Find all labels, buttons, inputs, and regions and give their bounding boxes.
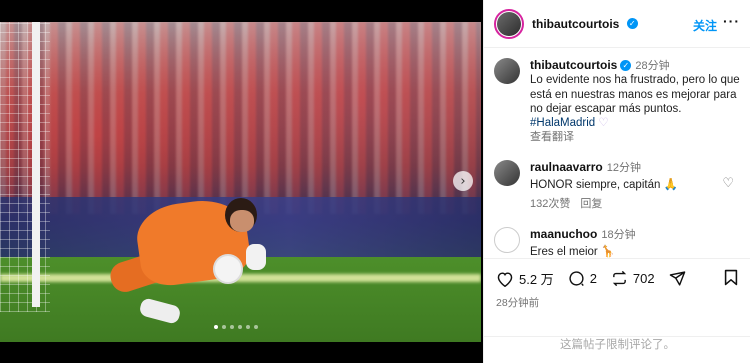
comment-text: HONOR siempre, capitán 🙏 — [530, 179, 678, 192]
comment-reply-button[interactable]: 回复 — [580, 198, 602, 210]
verified-badge-icon: ✓ — [620, 60, 632, 72]
carousel-dot — [254, 325, 258, 329]
repost-icon — [612, 270, 627, 287]
reposts-count: 702 — [632, 271, 655, 286]
comments-restricted-notice: 这篇帖子限制评论了。 — [484, 336, 750, 363]
caption-body: thibautcourtois ✓ 28分钟 Lo evidente nos ha … — [530, 58, 744, 145]
carousel-dot — [230, 325, 234, 329]
see-translation-link[interactable]: 查看翻译 — [530, 130, 744, 144]
crowd-background — [0, 22, 481, 214]
follow-button[interactable]: 关注 — [693, 17, 717, 34]
goal-net — [0, 22, 50, 312]
comment-icon — [569, 271, 584, 287]
comment-button[interactable]: 2 — [568, 270, 597, 287]
carousel-dot — [238, 325, 242, 329]
action-row: 5.2 万 2 702 — [496, 269, 705, 288]
comment-time: 12分钟 — [606, 162, 641, 174]
post-actions: 5.2 万 2 702 28分钟前 — [484, 258, 750, 336]
carousel-dot — [246, 325, 250, 329]
send-icon — [669, 271, 685, 286]
comment-body: maanuchoo 18分钟 Eres el meior 🦒 — [530, 227, 744, 260]
goalkeeper-face — [230, 210, 254, 232]
caption-avatar[interactable] — [494, 58, 520, 84]
bookmark-icon — [724, 269, 738, 286]
post-header: thibautcourtois ✓ 关注 ··· — [484, 0, 750, 48]
caption-username[interactable]: thibautcourtois — [530, 58, 617, 72]
caption-time: 28分钟 — [635, 60, 670, 72]
comment-username[interactable]: maanuchoo — [530, 227, 597, 241]
comment-like-heart-icon[interactable]: ♡ — [722, 176, 734, 191]
goalkeeper-glove — [246, 244, 266, 270]
heart-emoji-icon: ♡ — [598, 117, 609, 130]
comment-avatar[interactable] — [494, 160, 520, 186]
comment-avatar[interactable] — [494, 227, 520, 253]
comment-username[interactable]: raulnaavarro — [530, 160, 603, 174]
like-button[interactable]: 5.2 万 — [496, 269, 554, 288]
post-side-panel: thibautcourtois ✓ 关注 ··· thibautcourtois… — [483, 0, 750, 363]
save-button[interactable] — [723, 269, 739, 291]
author-username[interactable]: thibautcourtois — [532, 17, 619, 31]
carousel-dot — [222, 325, 226, 329]
verified-badge-icon: ✓ — [626, 17, 638, 29]
comment-body: raulnaavarro 12分钟 HONOR siempre, capitán … — [530, 160, 744, 211]
caption-text: Lo evidente nos ha frustrado, pero lo qu… — [530, 74, 740, 115]
chevron-right-icon: › — [460, 173, 466, 189]
comment-meta: 132次赞 回复 — [530, 197, 744, 211]
goal-post — [32, 22, 40, 307]
post-photo — [0, 22, 481, 342]
instagram-post-modal: › thibautcourtois ✓ 关注 ··· thibautcourto… — [0, 0, 750, 363]
comments-count: 2 — [589, 271, 597, 286]
heart-icon — [497, 271, 513, 287]
comment-likes[interactable]: 132次赞 — [530, 198, 570, 210]
repost-button[interactable]: 702 — [611, 270, 655, 287]
carousel-dots — [214, 325, 258, 329]
comment-time: 18分钟 — [601, 229, 636, 241]
carousel-dot — [214, 325, 218, 329]
more-options-icon[interactable]: ··· — [723, 13, 740, 29]
author-avatar[interactable] — [494, 8, 524, 39]
next-media-button[interactable]: › — [453, 171, 473, 191]
post-media: › — [0, 0, 483, 363]
football — [213, 254, 243, 284]
share-button[interactable] — [669, 270, 691, 287]
likes-count: 5.2 万 — [519, 272, 554, 287]
author-name-wrap: thibautcourtois ✓ — [532, 15, 638, 33]
caption-hashtag[interactable]: #HalaMadrid — [530, 117, 595, 129]
post-timestamp: 28分钟前 — [496, 297, 540, 309]
